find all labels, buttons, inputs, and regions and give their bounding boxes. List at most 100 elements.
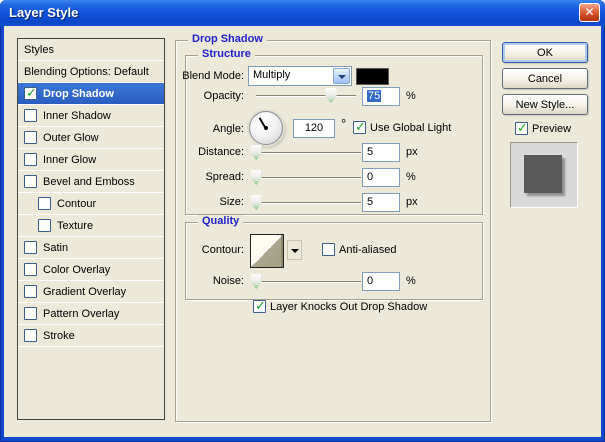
opacity-value: 75: [367, 90, 381, 102]
contour-label: Contour:: [154, 244, 244, 256]
noise-input[interactable]: 0: [362, 272, 400, 291]
style-enable-checkbox[interactable]: [24, 241, 37, 254]
sidebar-item-label: Gradient Overlay: [43, 286, 126, 298]
style-enable-checkbox[interactable]: [24, 263, 37, 276]
distance-slider[interactable]: [253, 145, 361, 160]
opacity-unit: %: [406, 90, 416, 102]
layer-knocks-out-checkbox[interactable]: [253, 300, 266, 313]
distance-unit: px: [406, 146, 418, 158]
structure-group-title: Structure: [198, 48, 255, 60]
spread-slider-thumb[interactable]: [251, 170, 262, 185]
sidebar-item-drop-shadow[interactable]: Drop Shadow: [18, 83, 164, 105]
noise-label: Noise:: [154, 275, 244, 287]
blend-mode-label: Blend Mode:: [154, 70, 244, 82]
angle-dial-center: [264, 126, 268, 130]
distance-label: Distance:: [154, 146, 244, 158]
new-style-button[interactable]: New Style...: [502, 94, 588, 115]
size-slider[interactable]: [253, 195, 361, 210]
style-enable-checkbox[interactable]: [24, 285, 37, 298]
contour-picker-arrow-icon[interactable]: [287, 240, 302, 260]
style-enable-checkbox[interactable]: [38, 219, 51, 232]
preview-checkbox[interactable]: [515, 122, 528, 135]
drop-shadow-group-title: Drop Shadow: [188, 33, 267, 45]
style-enable-checkbox[interactable]: [24, 87, 37, 100]
angle-input[interactable]: 120: [293, 119, 335, 138]
preview-label: Preview: [532, 123, 571, 135]
sidebar-item-inner-shadow[interactable]: Inner Shadow: [18, 105, 164, 127]
noise-value: 0: [367, 275, 373, 287]
size-label: Size:: [154, 196, 244, 208]
angle-dial[interactable]: [249, 111, 283, 145]
use-global-light-checkbox[interactable]: [353, 121, 366, 134]
size-unit: px: [406, 196, 418, 208]
sidebar-item-gradient-overlay[interactable]: Gradient Overlay: [18, 281, 164, 303]
sidebar-item-stroke[interactable]: Stroke: [18, 325, 164, 347]
titlebar[interactable]: Layer Style ✕: [0, 0, 605, 26]
sidebar-item-inner-glow[interactable]: Inner Glow: [18, 149, 164, 171]
style-enable-checkbox[interactable]: [24, 153, 37, 166]
sidebar-item-label: Blending Options: Default: [24, 66, 149, 78]
size-slider-thumb[interactable]: [251, 195, 262, 210]
noise-unit: %: [406, 275, 416, 287]
angle-label: Angle:: [154, 123, 244, 135]
noise-slider[interactable]: [253, 274, 361, 289]
sidebar-item-label: Inner Shadow: [43, 110, 111, 122]
size-input[interactable]: 5: [362, 193, 400, 212]
spread-slider[interactable]: [253, 170, 361, 185]
shadow-color-swatch[interactable]: [356, 68, 389, 85]
angle-unit: °: [341, 116, 346, 131]
quality-group-title: Quality: [198, 215, 243, 227]
style-enable-checkbox[interactable]: [24, 307, 37, 320]
angle-value: 120: [305, 122, 323, 134]
distance-value: 5: [367, 146, 373, 158]
noise-slider-thumb[interactable]: [251, 274, 262, 289]
opacity-input[interactable]: 75: [362, 87, 400, 106]
style-enable-checkbox[interactable]: [24, 131, 37, 144]
sidebar-item-pattern-overlay[interactable]: Pattern Overlay: [18, 303, 164, 325]
opacity-slider[interactable]: [256, 88, 356, 103]
sidebar-item-blending-options-default[interactable]: Blending Options: Default: [18, 61, 164, 83]
sidebar-item-bevel-and-emboss[interactable]: Bevel and Emboss: [18, 171, 164, 193]
sidebar-item-label: Bevel and Emboss: [43, 176, 135, 188]
sidebar-item-label: Outer Glow: [43, 132, 99, 144]
sidebar-item-label: Contour: [57, 198, 96, 210]
sidebar-item-label: Drop Shadow: [43, 88, 114, 100]
size-value: 5: [367, 196, 373, 208]
sidebar-item-label: Stroke: [43, 330, 75, 342]
blend-mode-select[interactable]: Multiply: [248, 66, 352, 86]
spread-label: Spread:: [154, 171, 244, 183]
chevron-down-icon[interactable]: [333, 68, 350, 84]
dialog-body: Styles Blending Options: Default Drop Sh…: [4, 26, 601, 437]
sidebar-item-texture[interactable]: Texture: [18, 215, 164, 237]
sidebar-item-styles[interactable]: Styles: [18, 39, 164, 61]
sidebar-item-label: Color Overlay: [43, 264, 110, 276]
sidebar-item-contour[interactable]: Contour: [18, 193, 164, 215]
style-enable-checkbox[interactable]: [24, 175, 37, 188]
sidebar-item-label: Texture: [57, 220, 93, 232]
layer-knocks-out-label: Layer Knocks Out Drop Shadow: [270, 301, 427, 313]
style-enable-checkbox[interactable]: [24, 109, 37, 122]
sidebar-item-label: Satin: [43, 242, 68, 254]
close-icon[interactable]: ✕: [579, 3, 600, 22]
sidebar-item-color-overlay[interactable]: Color Overlay: [18, 259, 164, 281]
sidebar-item-outer-glow[interactable]: Outer Glow: [18, 127, 164, 149]
layer-style-dialog: Layer Style ✕ Styles Blending Options: D…: [0, 0, 605, 442]
style-enable-checkbox[interactable]: [24, 329, 37, 342]
style-enable-checkbox[interactable]: [38, 197, 51, 210]
opacity-slider-thumb[interactable]: [326, 88, 337, 103]
sidebar-item-satin[interactable]: Satin: [18, 237, 164, 259]
spread-input[interactable]: 0: [362, 168, 400, 187]
contour-thumbnail[interactable]: [250, 234, 284, 268]
spread-unit: %: [406, 171, 416, 183]
distance-input[interactable]: 5: [362, 143, 400, 162]
preview-shadow-square: [524, 155, 562, 193]
cancel-button[interactable]: Cancel: [502, 68, 588, 89]
spread-value: 0: [367, 171, 373, 183]
sidebar-item-label: Styles: [24, 44, 54, 56]
dialog-title: Layer Style: [9, 5, 78, 20]
ok-button[interactable]: OK: [502, 42, 588, 63]
sidebar-item-label: Inner Glow: [43, 154, 96, 166]
distance-slider-thumb[interactable]: [251, 145, 262, 160]
sidebar-item-label: Pattern Overlay: [43, 308, 119, 320]
anti-aliased-checkbox[interactable]: [322, 243, 335, 256]
